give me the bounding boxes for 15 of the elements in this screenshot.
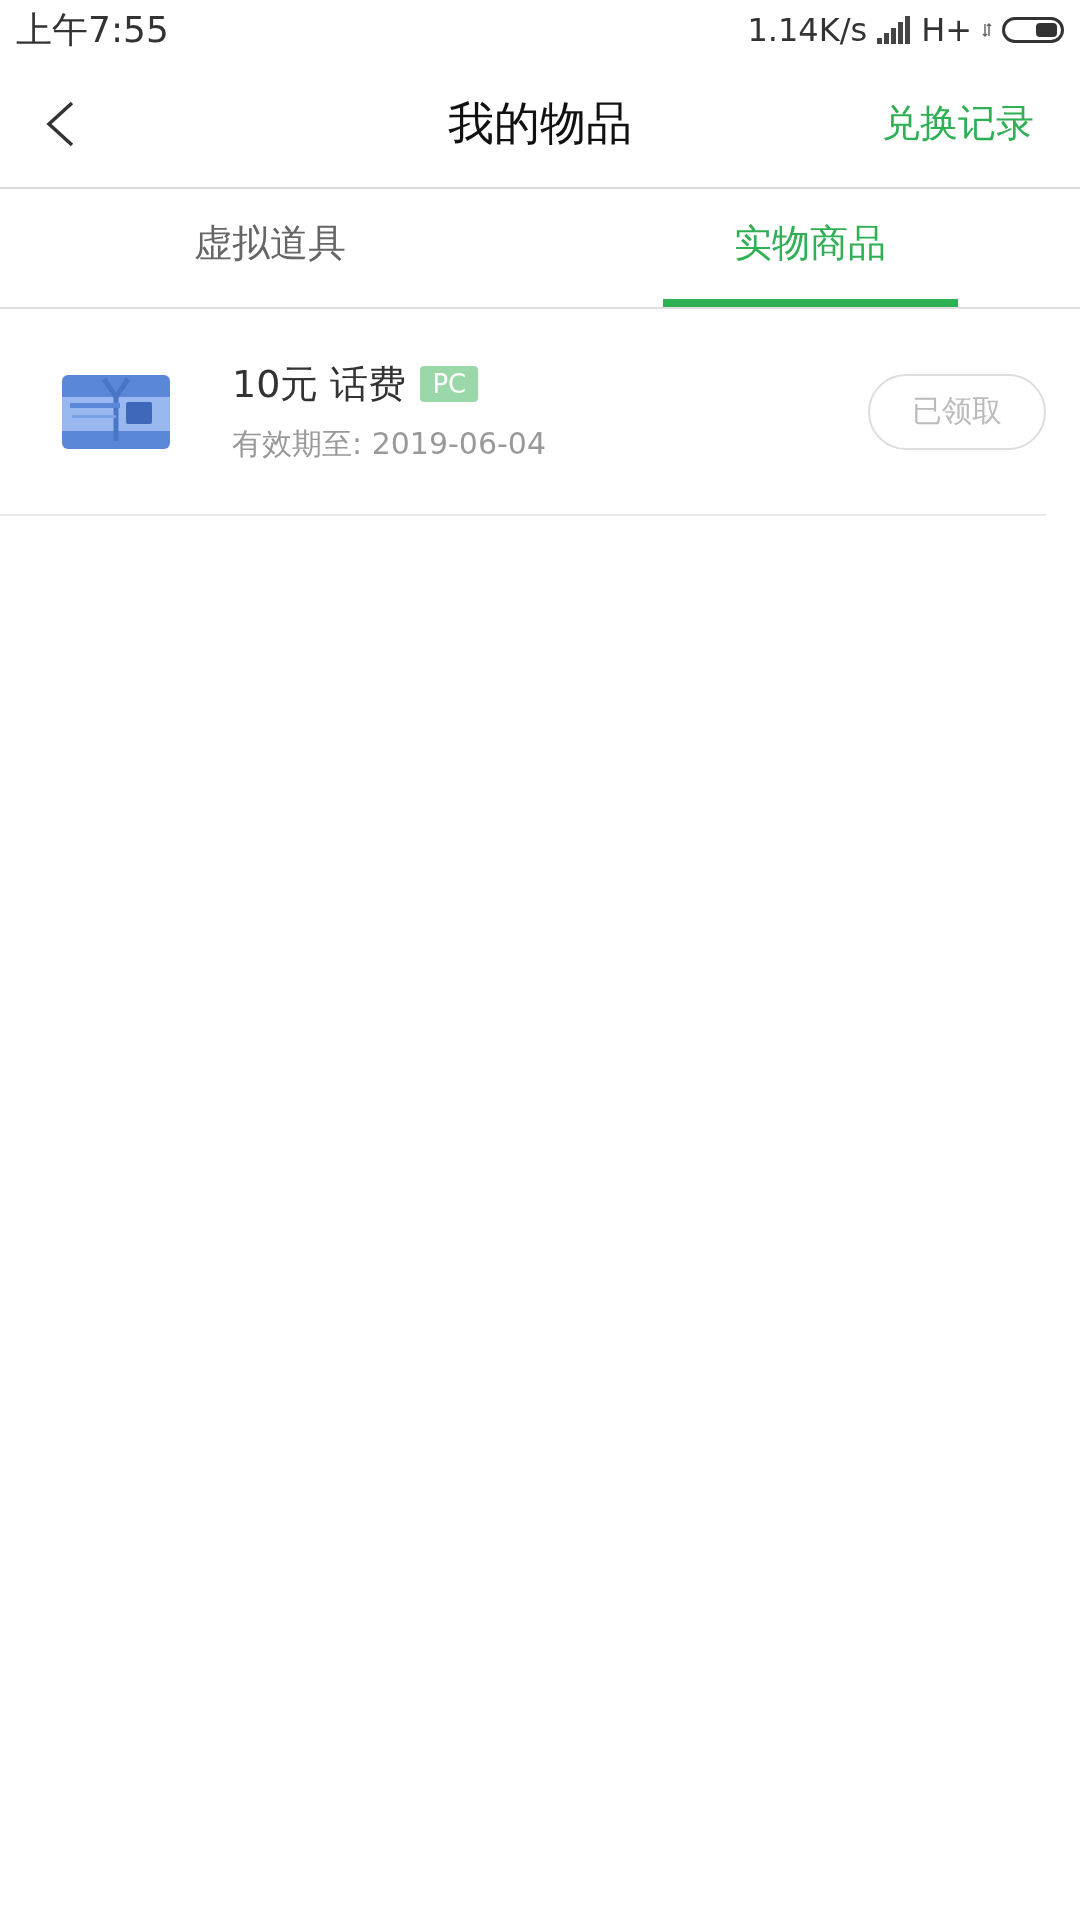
battery-icon — [1002, 17, 1064, 43]
voucher-icon — [62, 374, 170, 449]
back-icon[interactable] — [44, 99, 76, 148]
network-speed: 1.14K/s — [747, 11, 868, 49]
data-arrows-icon — [982, 22, 992, 38]
exchange-history-link[interactable]: 兑换记录 — [882, 98, 1034, 149]
status-time: 上午7:55 — [16, 7, 169, 52]
item-name: 10元 话费 — [232, 360, 407, 408]
platform-badge: PC — [420, 366, 479, 402]
validity-date: 有效期至: 2019-06-04 — [232, 424, 547, 463]
page-title: 我的物品 — [448, 94, 632, 152]
tab[interactable]: 实物商品 — [540, 189, 1080, 307]
tab[interactable]: 虚拟道具 — [0, 189, 540, 307]
network-type: H+ — [921, 11, 972, 49]
signal-icon — [877, 16, 912, 44]
